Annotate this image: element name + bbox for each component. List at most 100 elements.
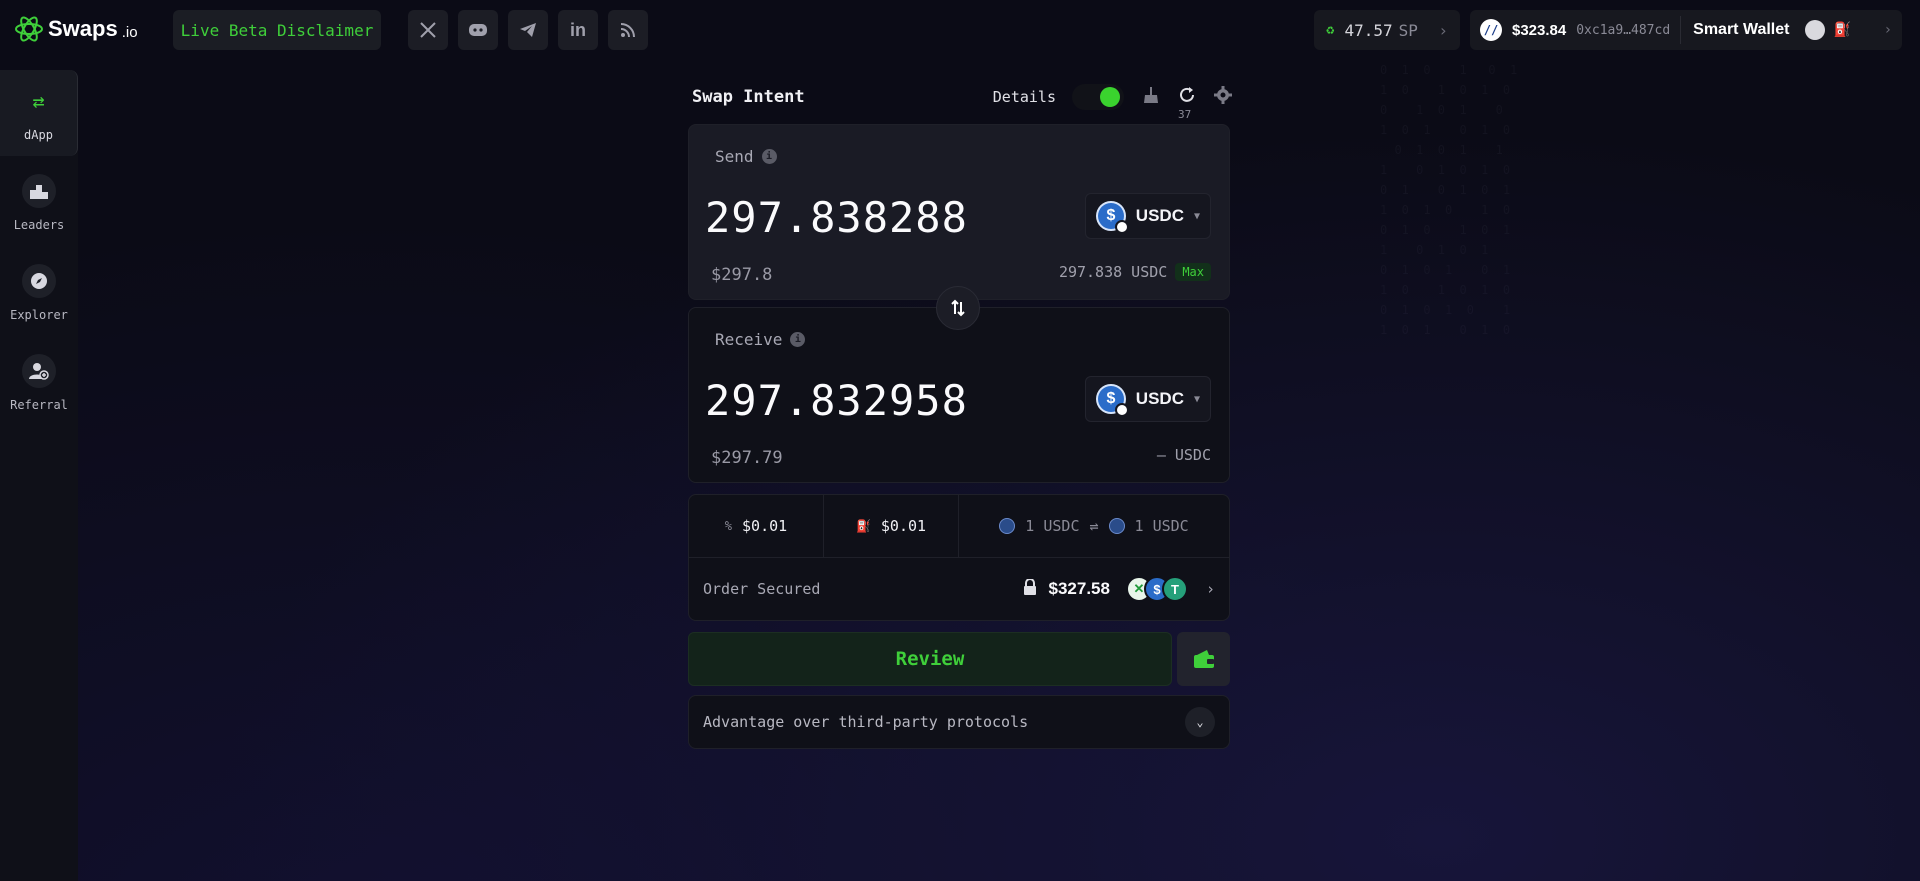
chevron-down-icon[interactable]: ⌄ (1185, 707, 1215, 737)
logo-text: Swaps (48, 16, 118, 41)
receive-token-selector[interactable]: $ USDC ▼ (1085, 376, 1211, 422)
divider (1680, 16, 1682, 44)
gas-fee[interactable]: ⛽ $0.01 (824, 495, 959, 557)
receive-balance-row: – USDC (1157, 446, 1211, 464)
smart-wallet-toggle[interactable] (1805, 20, 1826, 40)
settings-gear-icon[interactable] (1214, 85, 1232, 109)
review-button[interactable]: Review (688, 632, 1172, 686)
fees-row: % $0.01 ⛽ $0.01 1 USDC ⇌ 1 USDC (688, 494, 1230, 558)
broom-icon[interactable] (1142, 86, 1160, 109)
wallet-button[interactable] (1177, 632, 1230, 686)
sidebar-item-leaders[interactable]: Leaders (0, 160, 78, 246)
toggle-knob (1100, 87, 1120, 107)
telegram-icon[interactable] (508, 10, 548, 50)
sidebar-item-explorer[interactable]: Explorer (0, 250, 78, 336)
usdc-token-icon: $ (1096, 201, 1129, 234)
usdc-token-icon (999, 518, 1016, 534)
x-icon[interactable] (408, 10, 448, 50)
protocol-fee[interactable]: % $0.01 (689, 495, 824, 557)
chevron-right-icon[interactable]: › (1884, 22, 1892, 38)
swap-header: Swap Intent Details 37 (692, 82, 1232, 121)
matrix-decoration: 0 1 0 1 0 1 1 0 1 0 1 0 0 1 0 1 0 1 0 1 … (1380, 63, 1518, 337)
podium-icon (22, 174, 56, 208)
gas-fee-value: $0.01 (880, 517, 927, 535)
linkedin-icon[interactable]: in (558, 10, 598, 50)
swap-direction-button[interactable] (936, 286, 980, 330)
info-icon[interactable]: i (761, 149, 777, 164)
send-amount-input[interactable]: 297.838288 (705, 193, 968, 242)
secured-amount: $327.58 (1048, 579, 1110, 598)
insurer-logos: ✕ $ T (1125, 576, 1188, 602)
sidebar-item-label: dApp (24, 128, 53, 142)
add-user-icon (22, 354, 56, 388)
send-panel: Send i 297.838288 $ USDC ▼ $297.8 297.83… (688, 124, 1230, 300)
send-token-selector[interactable]: $ USDC ▼ (1085, 193, 1211, 239)
details-label: Details (992, 88, 1056, 106)
smart-wallet-label: Smart Wallet (1693, 21, 1790, 38)
details-toggle[interactable] (1072, 84, 1124, 110)
usdc-token-icon: $ (1096, 384, 1129, 417)
advantage-label: Advantage over third-party protocols (703, 713, 1029, 731)
receive-label: Receive (715, 330, 783, 349)
receive-balance: – USDC (1156, 446, 1211, 464)
refresh-countdown: 37 (1178, 107, 1192, 121)
swap-points-pill[interactable]: ♻ 47.57 SP › (1314, 10, 1460, 50)
sp-value: 47.57 (1344, 20, 1393, 40)
atom-logo-icon (15, 16, 43, 42)
rss-icon[interactable] (608, 10, 648, 50)
wallet-icon (1193, 650, 1214, 668)
max-button[interactable]: Max (1175, 263, 1211, 281)
info-icon[interactable]: i (790, 332, 806, 347)
swap-direction-icon (951, 299, 965, 317)
send-usd-value: $297.8 (711, 265, 773, 285)
swaps-logo[interactable]: Swaps .io (14, 14, 138, 44)
usdc-token-icon (1108, 518, 1125, 534)
lock-icon (1023, 578, 1037, 599)
wallet-avatar-icon: // (1480, 19, 1502, 41)
sidebar-item-label: Explorer (10, 308, 68, 322)
send-label-row: Send i (715, 147, 777, 166)
receive-amount: 297.832958 (705, 376, 968, 425)
recycle-icon: ♻ (1326, 22, 1335, 38)
send-label: Send (715, 147, 754, 166)
wallet-pill[interactable]: // $323.84 0xc1a9…487cd Smart Wallet ⛽ › (1470, 10, 1902, 50)
rate-from: 1 USDC (1025, 517, 1080, 535)
order-secured-row[interactable]: Order Secured $327.58 ✕ $ T › (688, 557, 1230, 621)
sp-unit: SP (1398, 20, 1418, 40)
order-secured-label: Order Secured (703, 580, 821, 598)
chevron-right-icon: › (1438, 20, 1448, 40)
swap-arrows-icon: ⇄ (32, 89, 45, 113)
token-symbol: USDC (1135, 389, 1184, 408)
sidebar-item-referral[interactable]: Referral (0, 340, 78, 426)
send-balance-row: 297.838 USDC Max (1059, 263, 1211, 281)
sidebar-item-label: Leaders (13, 218, 65, 232)
gas-pump-icon: ⛽ (855, 519, 871, 533)
caret-down-icon: ▼ (1193, 393, 1200, 405)
token-symbol: USDC (1135, 206, 1184, 225)
social-links: in (408, 10, 648, 50)
rate-to: 1 USDC (1134, 517, 1189, 535)
wallet-address: 0xc1a9…487cd (1576, 22, 1671, 38)
sidebar-item-dapp[interactable]: ⇄ dApp (0, 70, 78, 156)
discord-icon[interactable] (458, 10, 498, 50)
send-balance: 297.838 USDC (1058, 263, 1168, 281)
tether-icon: T (1161, 576, 1188, 602)
exchange-arrows-icon: ⇌ (1089, 517, 1099, 535)
receive-usd-value: $297.79 (711, 448, 783, 468)
fuel-icon: ⛽ (1833, 22, 1851, 38)
chevron-right-icon: › (1205, 580, 1215, 598)
top-header: Swaps .io Live Beta Disclaimer in ♻ 47.57… (0, 0, 1920, 60)
chain-badge-icon (1114, 220, 1129, 234)
receive-label-row: Receive i (715, 330, 806, 349)
live-beta-disclaimer-button[interactable]: Live Beta Disclaimer (173, 10, 381, 50)
refresh-icon[interactable]: 37 (1178, 86, 1196, 121)
protocol-fee-value: $0.01 (742, 517, 788, 535)
sidebar: ⇄ dApp Leaders Explorer Referral (0, 70, 78, 881)
advantage-accordion[interactable]: Advantage over third-party protocols ⌄ (688, 695, 1230, 749)
page-title: Swap Intent (692, 87, 805, 107)
exchange-rate[interactable]: 1 USDC ⇌ 1 USDC (959, 495, 1229, 557)
chain-badge-icon (1114, 403, 1129, 417)
percent-icon: % (724, 519, 733, 533)
compass-icon (22, 264, 56, 298)
caret-down-icon: ▼ (1193, 210, 1200, 222)
